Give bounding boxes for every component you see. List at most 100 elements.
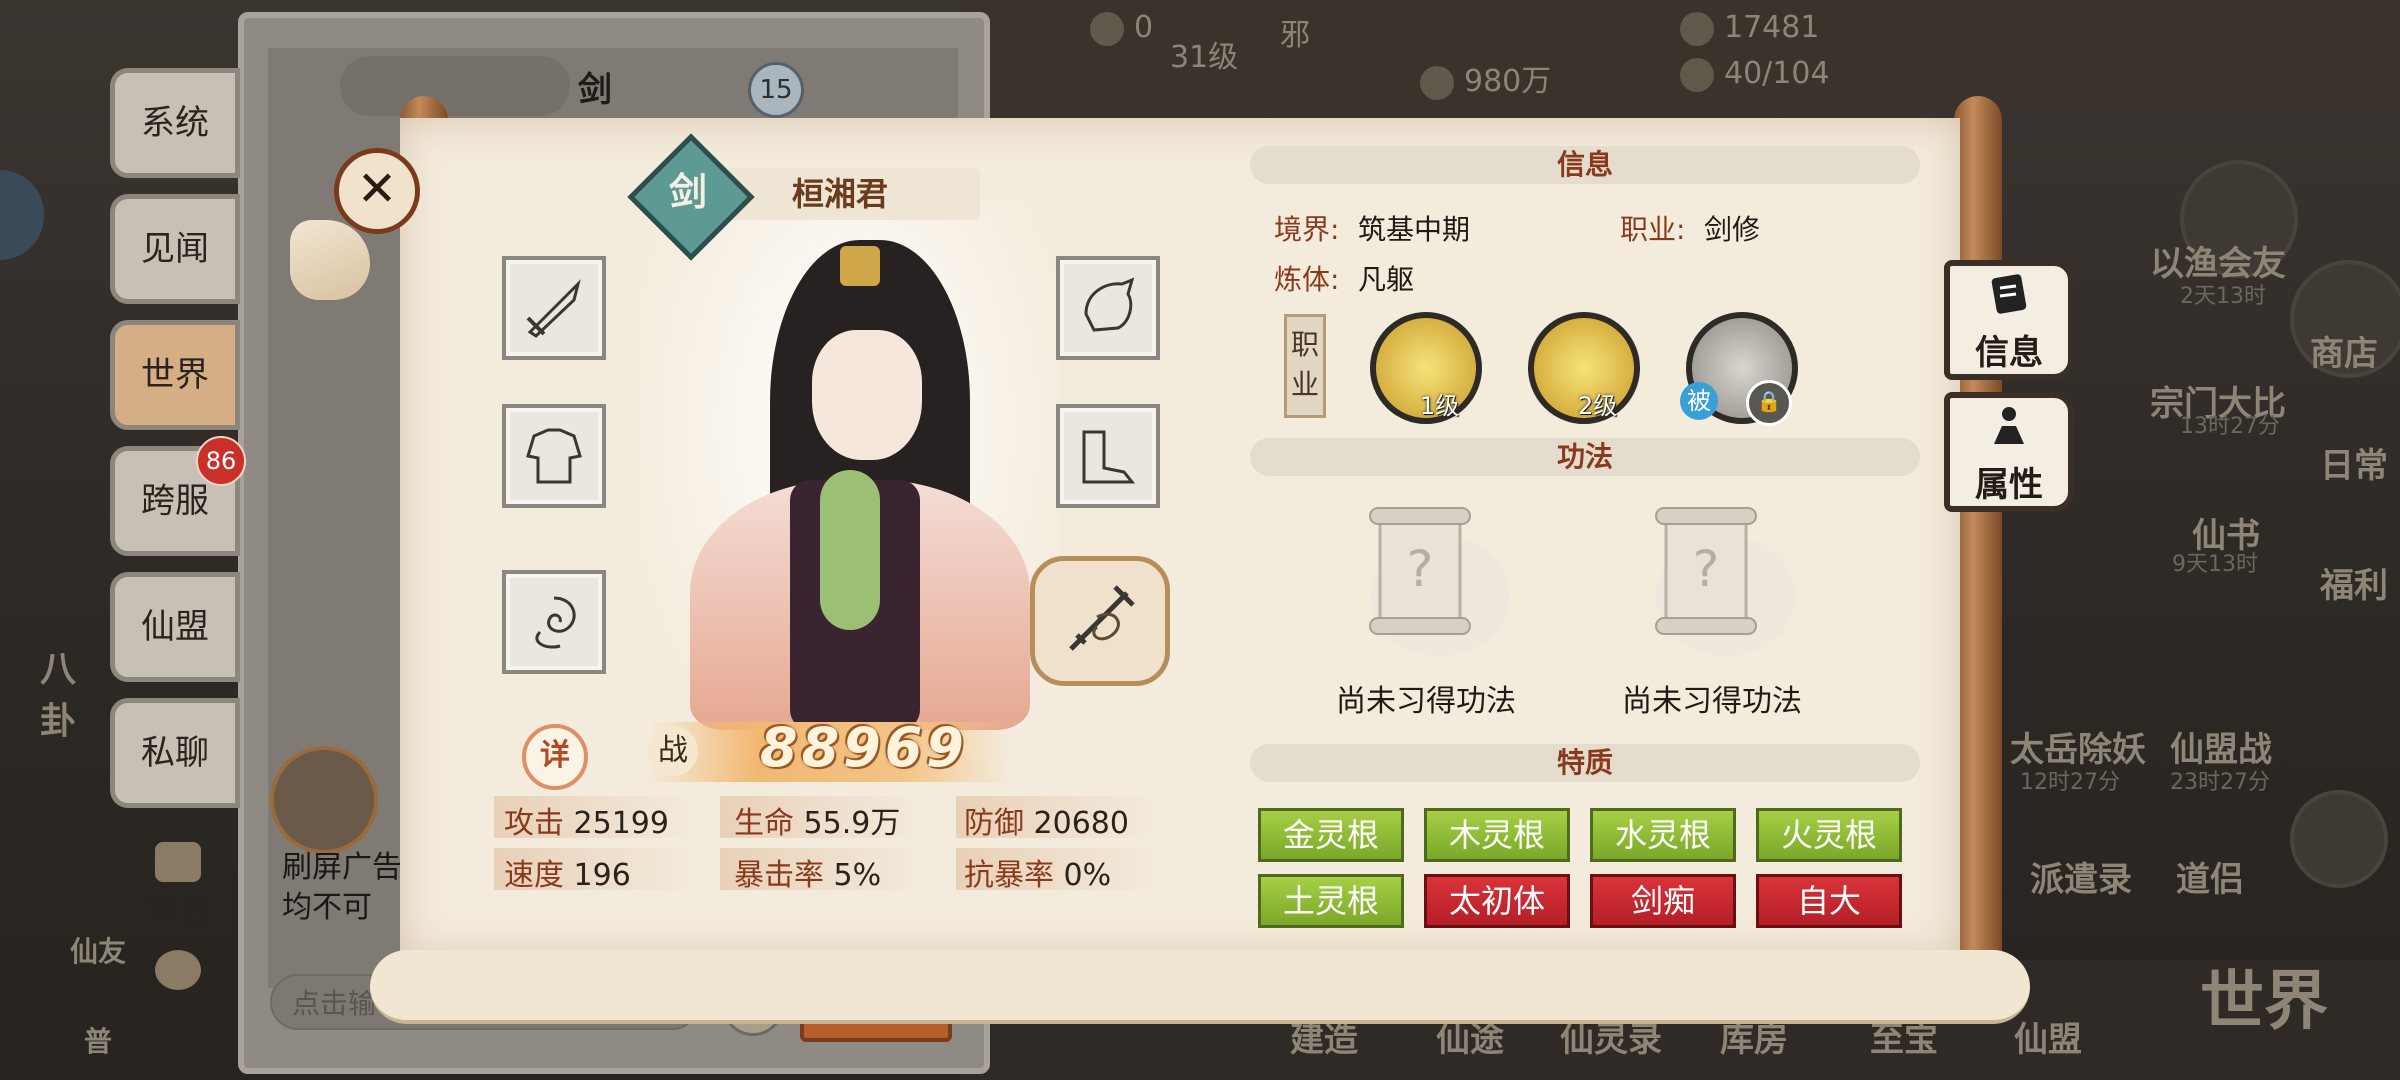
jade-icon	[1680, 11, 1714, 46]
settings-button[interactable]: 设置	[118, 950, 238, 1050]
stat-defense: 防御 20680	[964, 798, 1129, 842]
panel-cloud-border	[370, 950, 2030, 1024]
tab-alliance[interactable]: 仙盟	[110, 572, 240, 682]
stat-speed: 速度 196	[504, 850, 631, 894]
bg-label-partner: 道侣	[2176, 860, 2244, 900]
stat-attack-key: 攻击	[504, 806, 564, 841]
normal-label: 普	[84, 1025, 113, 1058]
stat-crit-rate: 暴击率 5%	[734, 850, 881, 894]
bag-button[interactable]: 背包	[118, 842, 238, 942]
avatar[interactable]	[270, 746, 378, 854]
stat-speed-value: 196	[573, 858, 631, 893]
character-face	[812, 330, 922, 460]
resource-stamina: 40/104	[1680, 56, 1830, 92]
stat-attack: 攻击 25199	[504, 798, 669, 842]
trait-earth-root[interactable]: 土灵根	[1258, 874, 1404, 928]
combat-power: 88969	[760, 716, 968, 779]
stat-speed-key: 速度	[504, 858, 564, 893]
stat-crit-resist-key: 抗暴率	[964, 858, 1054, 893]
stat-attack-value: 25199	[573, 806, 669, 841]
equip-slot-accessory[interactable]	[502, 570, 606, 674]
job-skill-label: 职业	[1284, 314, 1326, 418]
trait-metal-root[interactable]: 金灵根	[1258, 808, 1404, 862]
trait-sword-obsession[interactable]: 剑痴	[1590, 874, 1736, 928]
tab-system[interactable]: 系统	[110, 68, 240, 178]
equip-slot-boots[interactable]	[1056, 404, 1160, 508]
job-value: 剑修	[1704, 213, 1761, 246]
bg-sub-fishing: 2天13时	[2180, 284, 2266, 309]
nav-alliance[interactable]: 仙盟	[2014, 1012, 2082, 1061]
equip-slot-helmet[interactable]	[1056, 256, 1160, 360]
stat-hp-key: 生命	[734, 806, 794, 841]
helmet-icon	[1084, 277, 1135, 332]
bg-sub-book: 9天13时	[2172, 552, 2258, 577]
tab-private[interactable]: 私聊	[110, 698, 240, 808]
trait-wood-root[interactable]: 木灵根	[1424, 808, 1570, 862]
sword-artifact-icon	[1069, 585, 1135, 651]
resource-drop: 980万	[1420, 56, 1551, 100]
passive-mark: 被	[1680, 382, 1718, 420]
character-collar	[820, 470, 880, 630]
bg-sub-sect-contest: 13时27分	[2180, 414, 2280, 439]
chat-message: 刷屏广告 均不可	[282, 848, 402, 928]
resource-jade: 17481	[1680, 10, 1819, 46]
kungfu-slot-1-label: 尚未习得功法	[1336, 684, 1516, 719]
body-value: 凡躯	[1358, 263, 1415, 296]
trait-fire-root[interactable]: 火灵根	[1756, 808, 1902, 862]
bg-sub-alliance-war: 23时27分	[2170, 770, 2270, 795]
skill-level-2: 2级	[1578, 392, 1618, 420]
armor-icon	[526, 428, 582, 484]
sword-artifact-slot[interactable]	[1030, 556, 1170, 686]
bag-icon	[155, 842, 201, 882]
close-button[interactable]: ✕	[334, 148, 420, 234]
equip-slot-armor[interactable]	[502, 404, 606, 508]
bg-label-dispatch: 派遣录	[2030, 860, 2132, 900]
stat-hp-value: 55.9万	[803, 806, 901, 841]
chat-message-line-2: 均不可	[282, 890, 372, 925]
svg-text:?: ?	[1407, 540, 1434, 598]
equip-slot-weapon[interactable]	[502, 256, 606, 360]
section-kungfu-header: 功法	[1250, 438, 1920, 476]
skill-level-1: 1级	[1420, 392, 1460, 420]
top-label-evil: 邪	[1280, 18, 1310, 53]
stat-crit-rate-value: 5%	[833, 858, 882, 893]
unknown-scroll-icon[interactable]: ?	[1340, 486, 1510, 666]
tab-info[interactable]: 信息	[1944, 260, 2074, 380]
scroll-rod-right	[1954, 96, 2002, 996]
meditation-icon	[1994, 407, 2024, 444]
lock-icon: 🔒	[1746, 380, 1792, 426]
level-label: 31级	[1170, 40, 1239, 75]
stat-defense-value: 20680	[1033, 806, 1129, 841]
stat-crit-resist-value: 0%	[1063, 858, 1112, 893]
chat-message-line-1: 刷屏广告	[282, 850, 402, 885]
tab-world[interactable]: 世界	[110, 320, 240, 430]
tab-attributes[interactable]: 属性	[1944, 392, 2074, 512]
dagger-icon	[526, 279, 581, 338]
play-arrow-icon[interactable]	[2290, 790, 2388, 888]
svg-text:?: ?	[1693, 540, 1720, 598]
detail-button[interactable]: 详	[522, 724, 588, 790]
trait-arrogant[interactable]: 自大	[1756, 874, 1902, 928]
kungfu-slot-2-label: 尚未习得功法	[1622, 684, 1802, 719]
cross-server-badge: 86	[196, 436, 246, 486]
unknown-scroll-icon[interactable]: ?	[1626, 486, 1796, 666]
chat-header-tag	[340, 56, 570, 116]
section-traits-header: 特质	[1250, 744, 1920, 782]
bg-label-welfare: 福利	[2320, 566, 2388, 606]
gear-icon	[155, 950, 201, 990]
section-info-header: 信息	[1250, 146, 1920, 184]
nav-world[interactable]: 世界	[2200, 950, 2328, 1042]
chat-header-sword: 剑	[578, 70, 612, 110]
power-label: 战	[648, 726, 698, 776]
bg-label-daily: 日常	[2320, 446, 2388, 486]
bg-sub-demon-hunt: 12时27分	[2020, 770, 2120, 795]
tab-news[interactable]: 见闻	[110, 194, 240, 304]
tab-attributes-label: 属性	[1975, 465, 2043, 505]
trait-primordial-body[interactable]: 太初体	[1424, 874, 1570, 928]
settings-label: 设置	[144, 998, 212, 1038]
trait-water-root[interactable]: 水灵根	[1590, 808, 1736, 862]
bag-label: 背包	[144, 890, 212, 930]
scroll-info-icon	[1991, 274, 2027, 314]
realm-key: 境界:	[1274, 213, 1340, 246]
class-glyph: 剑	[668, 170, 707, 214]
